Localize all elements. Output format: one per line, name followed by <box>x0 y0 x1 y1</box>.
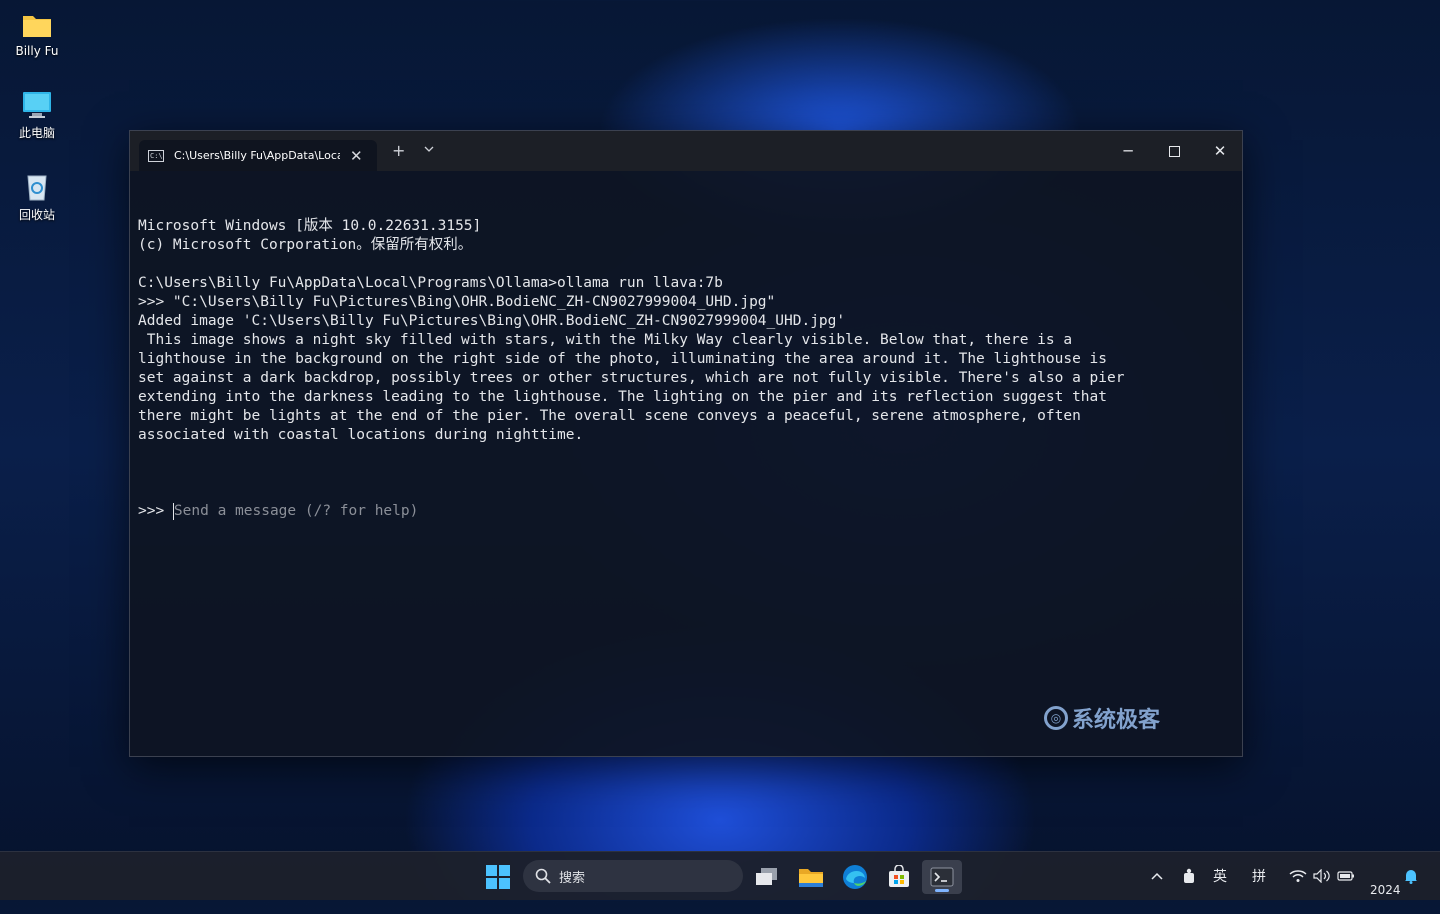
desktop-icon-label: Billy Fu <box>15 44 59 58</box>
start-icon <box>486 865 510 889</box>
tab-close-button[interactable]: ✕ <box>350 147 363 165</box>
tray-app-icon <box>1184 868 1194 883</box>
chevron-up-icon <box>1151 872 1163 880</box>
desktop-icon-label: 此电脑 <box>18 126 55 140</box>
store-button[interactable] <box>879 860 919 894</box>
edge-button[interactable] <box>835 860 875 894</box>
taskbar: 搜索 英 拼 2024 <box>0 851 1440 900</box>
watermark-text: 系统极客 <box>1071 708 1160 733</box>
edge-icon <box>843 865 867 889</box>
terminal-tab[interactable]: C:\ C:\Users\Billy Fu\AppData\Local\Prog… <box>139 140 377 171</box>
volume-button[interactable] <box>1313 852 1331 900</box>
terminal-window: C:\ C:\Users\Billy Fu\AppData\Local\Prog… <box>129 130 1243 757</box>
ime-language-button[interactable]: 英 <box>1213 852 1227 900</box>
folder-icon <box>21 10 53 40</box>
wifi-icon <box>1289 870 1307 882</box>
active-indicator <box>935 889 949 892</box>
task-view-button[interactable] <box>747 860 787 894</box>
search-label: 搜索 <box>559 870 586 886</box>
file-explorer-button[interactable] <box>791 860 831 894</box>
start-button[interactable] <box>478 860 518 894</box>
close-button[interactable]: ✕ <box>1197 131 1243 171</box>
file-explorer-icon <box>799 869 823 887</box>
console-lines: Microsoft Windows [版本 10.0.22631.3155] (c… <box>138 217 1234 464</box>
desktop-icon-recycle-bin[interactable]: 回收站 <box>8 172 66 223</box>
ime-mode-button[interactable]: 拼 <box>1252 852 1266 900</box>
tray-app-button[interactable] <box>1183 852 1195 900</box>
notifications-button[interactable] <box>1404 852 1418 900</box>
computer-icon <box>21 90 53 120</box>
console-line: lighthouse in the background on the righ… <box>138 351 1108 367</box>
watermark-icon: ◎ <box>1043 706 1068 730</box>
console-line: Microsoft Windows [版本 10.0.22631.3155] <box>138 218 482 234</box>
command-prompt-icon: C:\ <box>148 149 164 162</box>
console-line: there might be lights at the end of the … <box>138 408 1081 424</box>
network-button[interactable] <box>1289 852 1307 900</box>
clock[interactable]: 2024 <box>1370 852 1401 914</box>
terminal-button[interactable] <box>922 860 962 894</box>
bell-icon <box>1405 870 1417 884</box>
battery-icon <box>1337 871 1354 881</box>
console-line: extending into the darkness leading to t… <box>138 389 1108 405</box>
show-hidden-icons-button[interactable] <box>1150 852 1164 900</box>
store-icon <box>889 865 909 887</box>
message-input[interactable] <box>173 502 774 521</box>
console-line: associated with coastal locations during… <box>138 427 584 443</box>
tab-dropdown-button[interactable] <box>424 143 434 157</box>
search-icon <box>535 868 551 884</box>
console-line: C:\Users\Billy Fu\AppData\Local\Programs… <box>138 275 723 291</box>
console-line: >>> "C:\Users\Billy Fu\Pictures\Bing\OHR… <box>138 294 776 310</box>
console-line: (c) Microsoft Corporation。保留所有权利。 <box>138 237 473 253</box>
watermark-logo: ◎ 系统极客 <box>1043 702 1160 734</box>
battery-button[interactable] <box>1337 852 1355 900</box>
prompt-marker: >>> <box>138 503 173 519</box>
chevron-down-icon <box>424 146 434 152</box>
terminal-icon <box>930 867 954 887</box>
prompt-row[interactable]: >>> <box>138 502 1234 521</box>
new-tab-button[interactable]: + <box>392 141 405 160</box>
volume-icon <box>1313 869 1330 883</box>
console-line: Added image 'C:\Users\Billy Fu\Pictures\… <box>138 313 846 329</box>
tab-title: C:\Users\Billy Fu\AppData\Local\Programs… <box>174 149 340 162</box>
desktop-icon-this-pc[interactable]: 此电脑 <box>8 90 66 141</box>
minimize-button[interactable]: ─ <box>1105 131 1151 171</box>
task-view-icon <box>756 868 777 885</box>
desktop-icon-billy-fu[interactable]: Billy Fu <box>8 10 66 58</box>
console-line: set against a dark backdrop, possibly tr… <box>138 370 1125 386</box>
console-line: This image shows a night sky filled with… <box>138 332 1073 348</box>
desktop-icon-label: 回收站 <box>18 208 55 222</box>
console-output[interactable]: Microsoft Windows [版本 10.0.22631.3155] (c… <box>138 179 1234 756</box>
taskbar-search[interactable]: 搜索 <box>523 860 743 892</box>
recycle-bin-icon <box>21 172 53 202</box>
title-bar[interactable]: C:\ C:\Users\Billy Fu\AppData\Local\Prog… <box>130 131 1242 171</box>
maximize-icon <box>1168 145 1180 157</box>
maximize-button[interactable] <box>1151 131 1197 171</box>
